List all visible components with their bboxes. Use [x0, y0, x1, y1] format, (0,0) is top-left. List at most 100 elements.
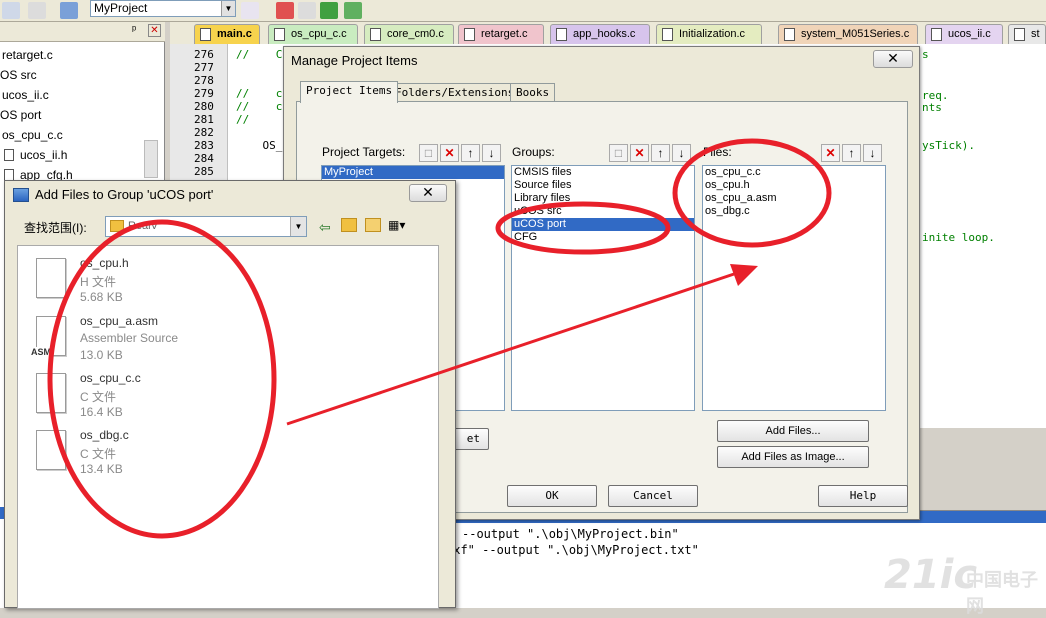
arrow-down-icon[interactable]: ↓	[863, 144, 882, 162]
file-name[interactable]: os_cpu_c.c	[80, 371, 141, 385]
tree-item[interactable]: ucos_ii.h	[20, 148, 67, 162]
toolbar-icon[interactable]	[298, 2, 316, 19]
list-item[interactable]: CMSIS files	[512, 166, 694, 179]
tree-item[interactable]: OS src	[0, 68, 37, 82]
tab-system-m051[interactable]: system_M051Series.c	[778, 24, 918, 44]
list-item-selected[interactable]: uCOS port	[512, 218, 694, 231]
close-button[interactable]: ✕	[873, 50, 913, 68]
add-files-as-image-button[interactable]: Add Files as Image...	[717, 446, 869, 468]
list-item[interactable]: os_dbg.c	[703, 205, 885, 218]
file-icon	[370, 28, 381, 41]
code-line: // c	[236, 87, 283, 100]
up-folder-icon[interactable]	[341, 218, 357, 232]
code-line: // c	[236, 100, 283, 113]
chevron-down-icon[interactable]: ▼	[221, 1, 235, 16]
tab-folders-extensions[interactable]: Folders/Extensions	[389, 83, 521, 103]
lookin-select[interactable]: RealV ▼	[105, 216, 307, 237]
arrow-up-icon[interactable]: ↑	[842, 144, 861, 162]
line-number: 280	[194, 100, 214, 113]
line-number: 282	[194, 126, 214, 139]
line-number: 278	[194, 74, 214, 87]
asm-file-icon: ASM	[31, 316, 66, 357]
close-button[interactable]: ✕	[409, 184, 447, 202]
file-icon	[784, 28, 795, 41]
main-toolbar: MyProject ▼	[0, 0, 1046, 22]
toolbar-icon[interactable]	[344, 2, 362, 19]
options-icon[interactable]	[276, 2, 294, 19]
code-line: //	[236, 113, 250, 126]
scrollbar[interactable]	[144, 140, 158, 178]
list-item[interactable]: os_cpu_c.c	[703, 166, 885, 179]
groups-header: Groups: □ ✕ ↑ ↓	[512, 142, 695, 164]
code-line: // C	[236, 48, 283, 61]
c-file-icon	[36, 373, 66, 413]
file-name[interactable]: os_dbg.c	[80, 428, 129, 442]
tab-project-items[interactable]: Project Items	[300, 81, 399, 103]
file-name[interactable]: os_cpu_a.asm	[80, 314, 158, 328]
delete-icon[interactable]: ✕	[821, 144, 840, 162]
tab-books[interactable]: Books	[510, 83, 556, 103]
lookin-value: RealV	[128, 220, 158, 232]
file-size: 13.0 KB	[80, 348, 123, 362]
file-name[interactable]: os_cpu.h	[80, 256, 129, 270]
groups-label: Groups:	[512, 145, 555, 159]
file-type: Assembler Source	[80, 331, 179, 345]
output-line: axf" --output ".\obj\MyProject.txt"	[446, 543, 699, 557]
file-icon	[1014, 28, 1025, 41]
arrow-down-icon[interactable]: ↓	[482, 144, 501, 162]
list-item[interactable]: Source files	[512, 179, 694, 192]
tree-item[interactable]: os_cpu_c.c	[2, 128, 63, 142]
tab-st[interactable]: st	[1008, 24, 1046, 44]
cancel-button[interactable]: Cancel	[608, 485, 698, 507]
toolbar-icon[interactable]	[28, 2, 46, 19]
header-file-icon	[36, 258, 66, 298]
load-icon[interactable]	[60, 2, 78, 19]
app-icon	[13, 188, 29, 202]
groups-list: CMSIS files Source files Library files u…	[511, 165, 695, 411]
tab-os-cpu-c[interactable]: os_cpu_c.c	[268, 24, 358, 44]
delete-icon[interactable]: ✕	[630, 144, 649, 162]
new-icon[interactable]: □	[609, 144, 628, 162]
list-item[interactable]: Library files	[512, 192, 694, 205]
toolbar-icon[interactable]	[320, 2, 338, 19]
close-icon[interactable]: ✕	[148, 24, 161, 37]
tab-core-cm0[interactable]: core_cm0.c	[364, 24, 454, 44]
code-fragment: ysTick).	[922, 139, 975, 152]
tab-app-hooks[interactable]: app_hooks.c	[550, 24, 650, 44]
ok-button[interactable]: OK	[507, 485, 597, 507]
list-item[interactable]: uCOS src	[512, 205, 694, 218]
tree-item[interactable]: ucos_ii.c	[2, 88, 49, 102]
view-menu-icon[interactable]: ▦▾	[388, 218, 414, 233]
dialog-title: Add Files to Group 'uCOS port'	[35, 187, 214, 202]
list-item[interactable]: os_cpu_a.asm	[703, 192, 885, 205]
list-item[interactable]: MyProject	[322, 166, 504, 179]
add-files-button[interactable]: Add Files...	[717, 420, 869, 442]
project-select-value: MyProject	[94, 1, 148, 15]
toolbar-icon[interactable]	[2, 2, 20, 19]
arrow-up-icon[interactable]: ↑	[651, 144, 670, 162]
help-button[interactable]: Help	[818, 485, 908, 507]
delete-icon[interactable]: ✕	[440, 144, 459, 162]
file-type: C 文件	[80, 447, 117, 461]
project-panel-header: ᵖ ✕	[0, 22, 165, 42]
files-header: Files: ✕ ↑ ↓	[703, 142, 886, 164]
tab-retarget[interactable]: retarget.c	[458, 24, 544, 44]
tree-item[interactable]: retarget.c	[2, 48, 53, 62]
list-item[interactable]: os_cpu.h	[703, 179, 885, 192]
pin-icon[interactable]: ᵖ	[132, 24, 136, 36]
list-item[interactable]: CFG	[512, 231, 694, 244]
line-number: 276	[194, 48, 214, 61]
project-select[interactable]: MyProject ▼	[90, 0, 236, 17]
back-icon[interactable]: ⇦	[319, 219, 331, 236]
chevron-down-icon[interactable]: ▼	[290, 217, 306, 236]
tree-item[interactable]: OS port	[0, 108, 41, 122]
tab-main-c[interactable]: main.c	[194, 24, 260, 44]
arrow-down-icon[interactable]: ↓	[672, 144, 691, 162]
new-icon[interactable]: □	[419, 144, 438, 162]
tab-ucos-ii[interactable]: ucos_ii.c	[925, 24, 1003, 44]
watermark-text: 中国电子网	[966, 570, 1038, 617]
arrow-up-icon[interactable]: ↑	[461, 144, 480, 162]
wand-icon[interactable]	[241, 2, 259, 19]
new-folder-icon[interactable]	[365, 218, 381, 232]
tab-initialization[interactable]: Initialization.c	[656, 24, 762, 44]
